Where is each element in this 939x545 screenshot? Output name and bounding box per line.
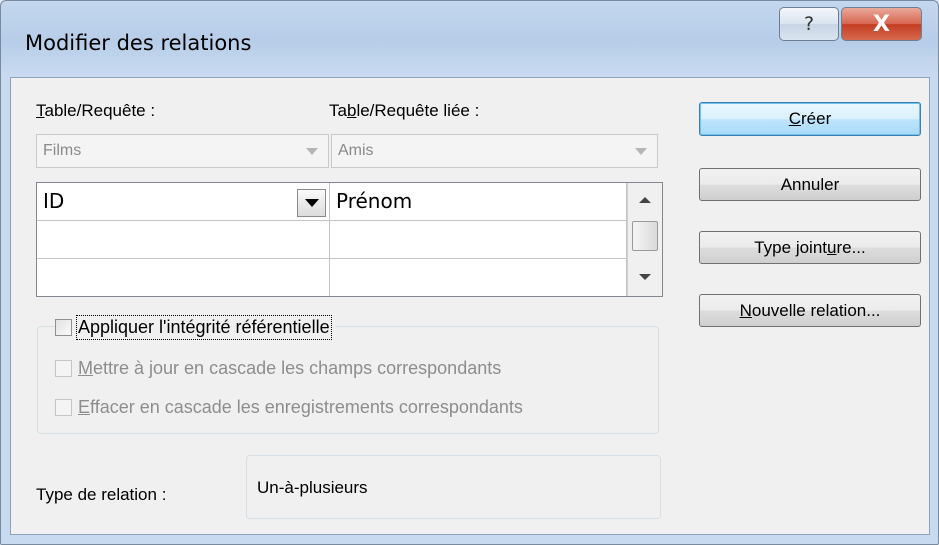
- help-button[interactable]: ?: [779, 7, 839, 41]
- field-dropdown-button[interactable]: [297, 189, 326, 217]
- grid-cell-right[interactable]: [330, 259, 627, 296]
- grid-cell-left[interactable]: ID: [37, 183, 330, 221]
- cascade-delete-label: Effacer en cascade les enregistrements c…: [78, 397, 523, 417]
- integrity-label: Appliquer l'intégrité référentielle: [76, 315, 332, 340]
- scroll-down-icon[interactable]: [639, 274, 651, 280]
- field-mapping-grid: ID Prénom: [36, 182, 663, 297]
- table-label: Table/Requête :: [36, 101, 156, 120]
- dialog-title: Modifier des relations: [25, 31, 252, 55]
- grid-cell-left[interactable]: [37, 221, 330, 259]
- cascade-update-checkbox: [55, 360, 72, 377]
- close-button[interactable]: X: [841, 7, 922, 41]
- grid-vertical-scrollbar[interactable]: [627, 183, 662, 296]
- integrity-checkbox[interactable]: [55, 319, 72, 336]
- cascade-delete-checkbox: [55, 399, 72, 416]
- table-combo[interactable]: Films: [36, 134, 329, 168]
- help-icon: ?: [803, 13, 815, 35]
- relation-type-box: Un-à-plusieurs: [246, 455, 661, 519]
- grid-cell-text: Prénom: [336, 189, 413, 213]
- related-table-combo[interactable]: Amis: [331, 134, 658, 168]
- chevron-down-icon: [304, 199, 319, 207]
- title-bar[interactable]: Modifier des relations ? X: [1, 1, 938, 77]
- table-combo-value: Films: [43, 142, 82, 159]
- chevron-down-icon: [306, 148, 318, 155]
- chevron-down-icon: [635, 148, 647, 155]
- related-table-label: Table/Requête liée :: [329, 101, 480, 120]
- join-type-button[interactable]: Type joint u re...: [699, 231, 921, 264]
- cancel-button[interactable]: Annuler: [699, 168, 921, 201]
- cascade-update-row: Mettre à jour en cascade les champs corr…: [55, 358, 501, 379]
- new-relation-button[interactable]: Nouvelle relation...: [699, 294, 921, 327]
- integrity-checkbox-row[interactable]: Appliquer l'intégrité référentielle: [55, 315, 336, 340]
- create-button[interactable]: Créer: [699, 102, 921, 136]
- cascade-delete-row: Effacer en cascade les enregistrements c…: [55, 397, 523, 418]
- related-table-combo-value: Amis: [338, 142, 374, 159]
- grid-cell-right[interactable]: Prénom: [330, 183, 627, 221]
- dialog-client-area: Table/Requête : Table/Requête liée : Fil…: [10, 77, 930, 535]
- grid-cell-left[interactable]: [37, 259, 330, 296]
- scroll-up-icon[interactable]: [639, 197, 651, 203]
- dialog-window: Modifier des relations ? X Table/Requête…: [0, 0, 939, 545]
- relation-type-label: Type de relation :: [36, 485, 167, 504]
- close-icon: X: [873, 11, 890, 37]
- grid-cell-text: ID: [43, 189, 65, 213]
- relation-type-value: Un-à-plusieurs: [257, 478, 368, 497]
- grid-cell-right[interactable]: [330, 221, 627, 259]
- cascade-update-label: Mettre à jour en cascade les champs corr…: [78, 358, 502, 378]
- scrollbar-thumb[interactable]: [632, 221, 658, 251]
